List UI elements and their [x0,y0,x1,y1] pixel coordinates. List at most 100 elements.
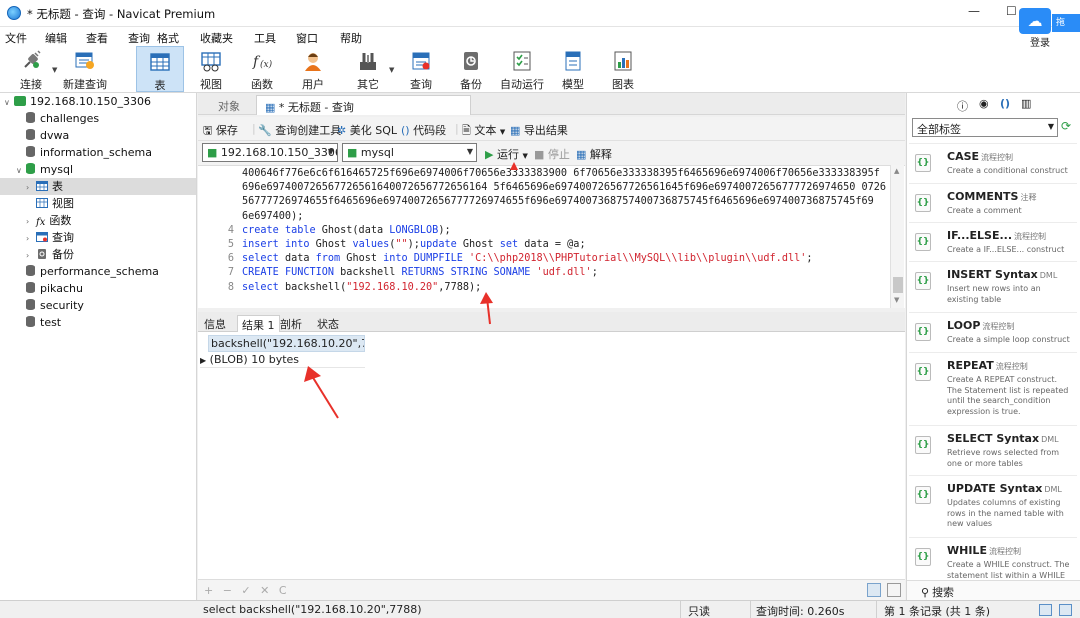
autorun-button[interactable]: 自动运行 [498,46,546,92]
query-icon [412,52,430,70]
menu-query[interactable]: 查询 [128,30,150,46]
connect-button[interactable]: 连接 [10,46,52,92]
category-select[interactable]: 全部标签 ▼ [912,118,1058,137]
stop-button[interactable]: ■ 停止 [534,146,570,162]
info-icon[interactable]: ⓘ [957,98,968,114]
function-button[interactable]: f (x) 函数 [239,46,285,92]
connect-dropdown-icon[interactable]: ▼ [52,66,57,74]
export-results-button[interactable]: ▦ 导出结果 [510,122,568,138]
tab-query-label: * 无标题 - 查询 [278,101,354,114]
query-button[interactable]: 查询 [398,46,444,92]
grid-icon[interactable]: ▥ [1021,97,1031,110]
column-header[interactable]: backshell("192.168.10.20",7788) [208,335,365,352]
run-button[interactable]: ▶ 运行 ▼ [485,146,528,162]
scroll-thumb[interactable] [893,277,903,293]
expand-arrow-icon[interactable]: › [26,213,36,230]
expand-arrow-icon[interactable]: › [26,230,36,247]
snippet-desc: Create a simple loop construct [947,335,1070,344]
snippet-comments[interactable]: {} COMMENTS 注释 Create a comment [909,183,1077,222]
tree-db-information-schema[interactable]: information_schema [26,144,152,161]
snippet-search[interactable]: ⚲ 搜索 [907,580,1080,600]
minimize-button[interactable]: — [968,4,980,18]
tab-profile[interactable]: 剖析 [276,315,306,332]
tab-query[interactable]: ▦ * 无标题 - 查询 [256,95,471,115]
explain-button[interactable]: ▦ 解释 [576,146,612,162]
tab-status[interactable]: 状态 [313,315,343,332]
snippet-update[interactable]: {} UPDATE Syntax DML Updates columns of exi… [909,475,1077,537]
tree-views[interactable]: 视图 [36,195,74,212]
tree-queries[interactable]: › 查询 [26,229,74,246]
tree-backups[interactable]: › 备份 [26,246,74,263]
code-snippet-button[interactable]: () 代码段 [401,122,446,138]
editor-scrollbar[interactable]: ▲ ▼ [890,165,904,308]
record-nav-buttons[interactable]: + − ✓ ✕ C [204,584,290,597]
snippet-insert[interactable]: {} INSERT Syntax DML Insert new rows into a… [909,261,1077,312]
tree-db-dvwa[interactable]: dvwa [26,127,69,144]
tree-db-security[interactable]: security [26,297,84,314]
save-button[interactable]: 🖫 保存 [203,122,238,141]
tree-label: 备份 [52,248,74,261]
tree-db-mysql[interactable]: ∨ mysql [16,161,73,178]
beautify-sql-button[interactable]: ✲ 美化 SQL [337,122,397,138]
backup-button[interactable]: 备份 [448,46,494,92]
tab-objects[interactable]: 对象 [218,98,240,114]
menu-window[interactable]: 窗口 [296,30,318,46]
scroll-up-icon[interactable]: ▲ [894,167,899,175]
snippet-repeat[interactable]: {} REPEAT 流程控制 Create A REPEAT construct. T… [909,352,1077,425]
maximize-button[interactable]: ☐ [1006,4,1017,18]
view-button[interactable]: 视图 [188,46,234,92]
collapse-arrow-icon[interactable]: ∨ [16,162,26,179]
tab-result-1[interactable]: 结果 1 [237,315,280,332]
expand-arrow-icon[interactable]: › [26,179,36,196]
result-nav-bar: + − ✓ ✕ C [198,579,905,600]
drag-tab[interactable]: 拖 [1052,14,1080,32]
grid-view-icon[interactable] [867,583,881,597]
tree-db-test[interactable]: test [26,314,61,331]
snippet-icon[interactable]: () [1000,97,1010,110]
divider: | [455,122,459,135]
tree-tables[interactable]: › 表 [0,178,196,195]
refresh-icon[interactable]: ⟳ [1061,119,1071,133]
expand-arrow-icon[interactable]: › [26,247,36,264]
text-button[interactable]: 🗎 文本 ▼ [462,122,505,141]
menu-view[interactable]: 查看 [86,30,108,46]
other-button[interactable]: 其它 [345,46,391,92]
user-button[interactable]: 用户 [290,46,336,92]
snippet-while[interactable]: {} WHILE 流程控制 Create a WHILE construct. The… [909,537,1077,580]
login-label[interactable]: 登录 [1030,34,1050,49]
menu-tools[interactable]: 工具 [254,30,276,46]
form-view-icon[interactable] [887,583,901,597]
database-select[interactable]: ■ mysql ▼ [342,143,477,162]
menu-favorites[interactable]: 收藏夹 [200,30,233,46]
snippet-select[interactable]: {} SELECT Syntax DML Retrieve rows selected… [909,425,1077,475]
collapse-arrow-icon[interactable]: ∨ [4,94,14,111]
cloud-float-button[interactable]: ☁ [1019,8,1051,34]
tree-db-performance-schema[interactable]: performance_schema [26,263,159,280]
snippet-case[interactable]: {} CASE 流程控制 Create a conditional construct [909,143,1077,183]
panel-toggle-icon[interactable] [1059,604,1072,616]
new-query-button[interactable]: 新建查询 [60,46,110,92]
tree-functions[interactable]: › fx 函数 [26,212,71,229]
cell-value[interactable]: (BLOB) 10 bytes [210,353,299,366]
tree-db-challenges[interactable]: challenges [26,110,99,127]
table-button[interactable]: 表 [136,46,184,92]
hex-code-block: 400646f776e6c6f616465725f696e6974006f706… [242,167,888,224]
menu-edit[interactable]: 编辑 [45,30,67,46]
scroll-down-icon[interactable]: ▼ [894,296,899,304]
snippet-if-else[interactable]: {} IF...ELSE... 流程控制 Create a IF...ELSE... … [909,222,1077,261]
other-dropdown-icon[interactable]: ▼ [389,66,394,74]
model-button[interactable]: 模型 [550,46,596,92]
tab-info[interactable]: 信息 [200,315,230,332]
menu-file[interactable]: 文件 [5,30,27,46]
sql-editor[interactable]: 400646f776e6c6f616465725f696e6974006f706… [198,165,905,308]
menu-format[interactable]: 格式 [157,30,179,46]
menu-help[interactable]: 帮助 [340,30,362,46]
snippet-loop[interactable]: {} LOOP 流程控制 Create a simple loop construct [909,312,1077,352]
eye-icon[interactable]: ◉ [979,97,989,110]
layout-toggle-icon[interactable] [1039,604,1052,616]
query-builder-button[interactable]: 🔧 查询创建工具 [258,122,341,138]
tree-db-pikachu[interactable]: pikachu [26,280,83,297]
connection-select[interactable]: ■ 192.168.10.150_3306 ▼ [202,143,338,162]
chart-button[interactable]: 图表 [600,46,646,92]
tree-connection[interactable]: ∨ 192.168.10.150_3306 [4,93,151,110]
